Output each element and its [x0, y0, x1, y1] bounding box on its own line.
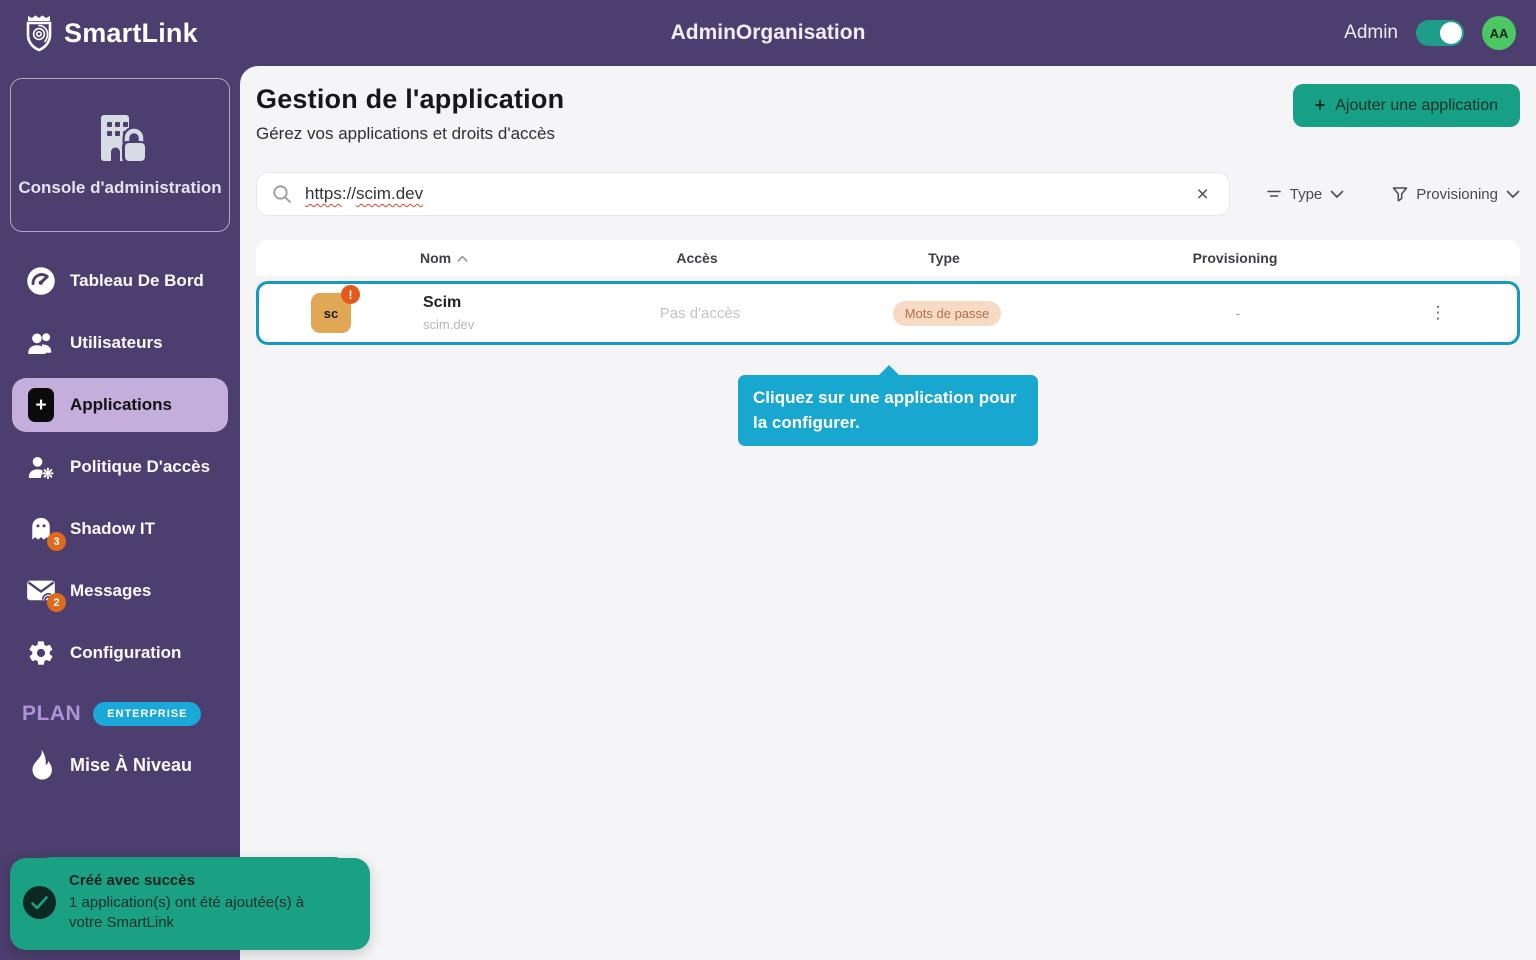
app-access: Pas d'accès	[623, 305, 777, 322]
alert-badge-icon: !	[341, 285, 360, 304]
sidebar-nav: Tableau De Bord Utilisateurs + Applicati…	[0, 250, 240, 684]
col-nom[interactable]: Nom	[420, 250, 620, 266]
app-name-cell: Scim scim.dev	[423, 294, 623, 332]
app-avatar-cell: sc !	[259, 293, 423, 333]
filter-row: https://scim.dev × Type Provisioning	[256, 172, 1520, 216]
user-gear-icon	[26, 453, 56, 481]
type-badge: Mots de passe	[893, 301, 1002, 326]
kebab-menu-icon[interactable]: ⋮	[1359, 303, 1517, 323]
shadow-it-count-badge: 3	[47, 532, 66, 551]
brand-logo[interactable]: SmartLink	[20, 13, 198, 53]
sidebar-item-shadow-it[interactable]: 3 Shadow IT	[12, 502, 228, 556]
provisioning-filter-dropdown[interactable]: Provisioning	[1392, 186, 1520, 203]
sidebar-item-label: Messages	[70, 581, 151, 601]
sidebar-item-users[interactable]: Utilisateurs	[12, 316, 228, 370]
sidebar-item-label: Configuration	[70, 643, 181, 663]
table-header: Nom Accès Type Provisioning	[256, 240, 1520, 276]
applications-table: Nom Accès Type Provisioning sc ! Scim sc…	[256, 240, 1520, 345]
plan-label: PLAN	[22, 702, 81, 726]
ghost-icon: 3	[26, 515, 56, 543]
search-input[interactable]: https://scim.dev ×	[256, 172, 1230, 216]
sidebar-item-label: Tableau De Bord	[70, 271, 204, 291]
gear-icon	[26, 639, 56, 667]
console-admin-card[interactable]: Console d'administration	[10, 78, 230, 232]
topbar-right: Admin AA	[1344, 16, 1516, 50]
sidebar-item-applications[interactable]: + Applications	[12, 378, 228, 432]
chevron-down-icon	[1330, 190, 1344, 199]
col-acces[interactable]: Accès	[620, 250, 774, 266]
clear-search-icon[interactable]: ×	[1190, 182, 1214, 207]
plus-icon: +	[1315, 95, 1326, 116]
page-subtitle: Gérez vos applications et droits d'accès	[256, 124, 564, 144]
add-application-button[interactable]: + Ajouter une application	[1293, 84, 1520, 127]
search-icon	[271, 183, 293, 205]
mail-icon: 2	[26, 578, 56, 604]
sidebar-item-messages[interactable]: 2 Messages	[12, 564, 228, 618]
sidebar-item-configuration[interactable]: Configuration	[12, 626, 228, 680]
app-provisioning: -	[1117, 305, 1359, 321]
success-toast[interactable]: Créé avec succès 1 application(s) ont ét…	[10, 858, 370, 950]
messages-count-badge: 2	[47, 593, 66, 612]
toast-message: 1 application(s) ont été ajoutée(s) à vo…	[69, 893, 319, 934]
check-circle-icon	[23, 886, 56, 919]
sidebar: Console d'administration Tableau De Bord	[0, 66, 240, 960]
users-icon	[26, 329, 56, 357]
admin-mode-toggle[interactable]	[1416, 20, 1464, 46]
app-name: Scim	[423, 294, 623, 312]
chevron-down-icon	[1506, 190, 1520, 199]
table-row-scim[interactable]: sc ! Scim scim.dev Pas d'accès Mots de p…	[256, 281, 1520, 345]
type-filter-label: Type	[1290, 186, 1323, 203]
sidebar-item-label: Utilisateurs	[70, 333, 163, 353]
admin-mode-label: Admin	[1344, 22, 1398, 44]
top-bar: SmartLink AdminOrganisation Admin AA	[0, 0, 1536, 66]
toggle-knob	[1440, 22, 1462, 44]
app-domain: scim.dev	[423, 317, 623, 332]
shield-fingerprint-icon	[20, 13, 58, 53]
add-application-label: Ajouter une application	[1335, 97, 1498, 115]
toast-text: Créé avec succès 1 application(s) ont ét…	[69, 872, 319, 934]
page-head: Gestion de l'application Gérez vos appli…	[256, 84, 1520, 144]
app-plus-icon: +	[26, 388, 56, 422]
configure-hint-tooltip: Cliquez sur une application pour la conf…	[738, 375, 1038, 446]
dashboard-icon	[26, 266, 56, 296]
plan-tier-badge: ENTERPRISE	[93, 702, 201, 726]
sidebar-item-access-policy[interactable]: Politique D'accès	[12, 440, 228, 494]
main-content: Gestion de l'application Gérez vos appli…	[240, 66, 1536, 960]
col-type[interactable]: Type	[774, 250, 1114, 266]
funnel-icon	[1392, 186, 1408, 202]
search-value: https://scim.dev	[305, 184, 423, 204]
sort-asc-icon	[457, 255, 468, 262]
type-filter-dropdown[interactable]: Type	[1266, 186, 1345, 203]
toast-title: Créé avec succès	[69, 872, 319, 889]
app-avatar: sc !	[311, 293, 351, 333]
sidebar-item-dashboard[interactable]: Tableau De Bord	[12, 254, 228, 308]
sidebar-item-label: Politique D'accès	[70, 457, 210, 477]
plan-row: PLAN ENTERPRISE	[22, 702, 240, 726]
org-title: AdminOrganisation	[671, 21, 866, 45]
sidebar-item-upgrade[interactable]: Mise À Niveau	[26, 748, 240, 782]
filter-lines-icon	[1266, 187, 1282, 201]
brand-name: SmartLink	[64, 18, 198, 49]
provisioning-filter-label: Provisioning	[1416, 186, 1498, 203]
sidebar-item-label: Shadow IT	[70, 519, 155, 539]
app-type-cell: Mots de passe	[777, 301, 1117, 326]
building-lock-icon	[89, 111, 151, 169]
page-title: Gestion de l'application	[256, 84, 564, 115]
console-admin-label: Console d'administration	[18, 177, 221, 200]
sidebar-item-label: Applications	[70, 395, 172, 415]
flame-icon	[26, 748, 56, 782]
page-titles: Gestion de l'application Gérez vos appli…	[256, 84, 564, 144]
user-avatar[interactable]: AA	[1482, 16, 1516, 50]
col-provisioning[interactable]: Provisioning	[1114, 250, 1356, 266]
upgrade-label: Mise À Niveau	[70, 755, 192, 776]
